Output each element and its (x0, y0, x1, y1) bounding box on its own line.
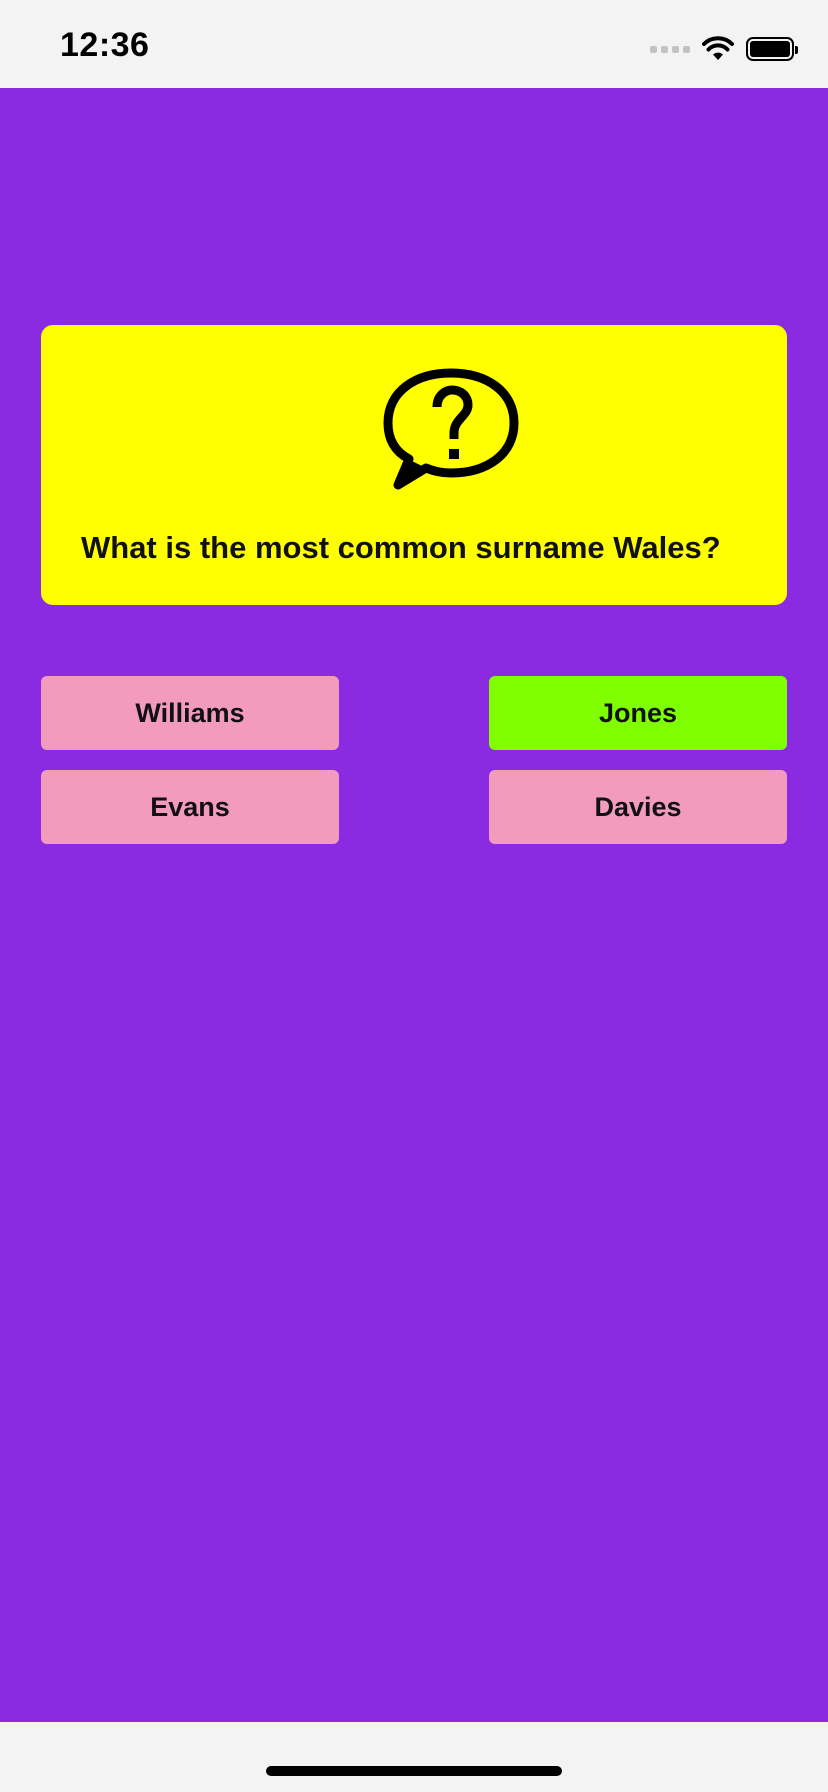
answer-button-williams[interactable]: Williams (41, 676, 339, 750)
battery-icon (746, 37, 798, 61)
answer-button-evans[interactable]: Evans (41, 770, 339, 844)
wifi-icon (702, 36, 734, 60)
status-bar: 12:36 (0, 0, 828, 88)
status-icons (650, 34, 798, 64)
answer-button-jones[interactable]: Jones (489, 676, 787, 750)
question-speech-bubble-icon (383, 368, 519, 490)
signal-dots-icon (650, 45, 690, 53)
quiz-screen: What is the most common surname Wales? W… (0, 88, 828, 1722)
status-time: 12:36 (60, 26, 150, 64)
home-indicator[interactable] (266, 1766, 562, 1776)
question-card: What is the most common surname Wales? (41, 325, 787, 605)
answer-button-davies[interactable]: Davies (489, 770, 787, 844)
question-text: What is the most common surname Wales? (81, 530, 721, 565)
home-area (0, 1722, 828, 1792)
